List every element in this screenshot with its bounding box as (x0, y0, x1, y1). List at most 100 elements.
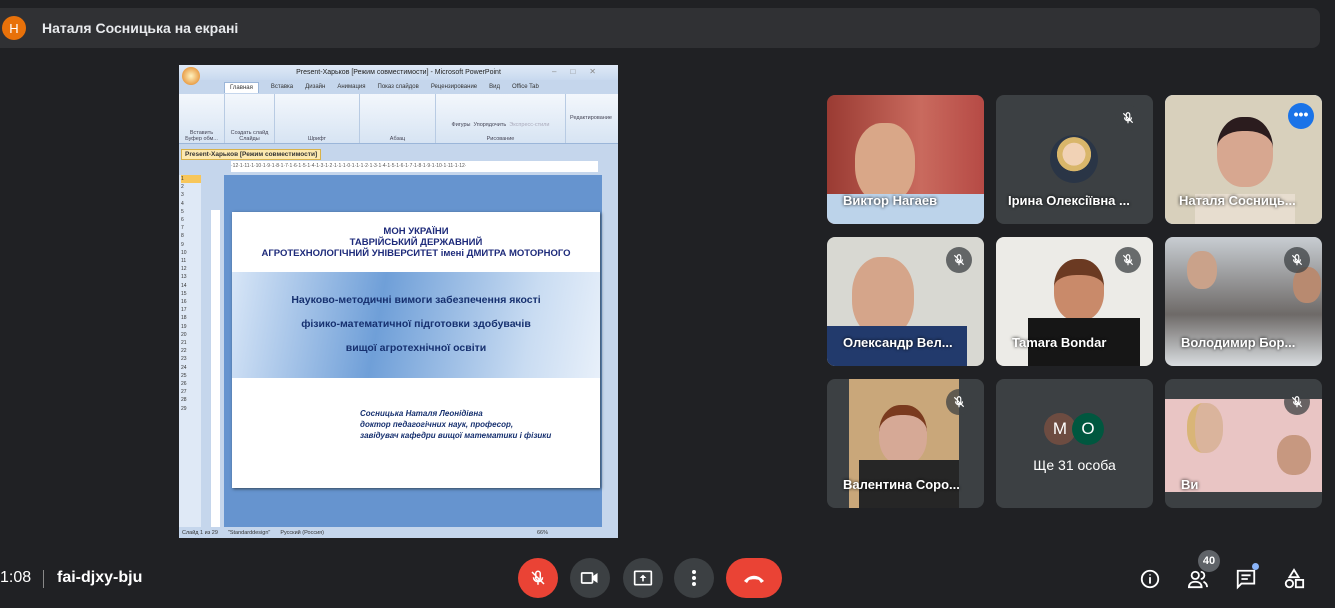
ribbon-tab: Дизайн (305, 84, 326, 90)
slide-thumbnail-number[interactable]: 10 (181, 249, 201, 257)
slide-thumbnail-number[interactable]: 3 (181, 191, 201, 199)
slide-thumbnail-number[interactable]: 11 (181, 257, 201, 265)
slide-title-line: вищої агротехнічної освіти (345, 342, 487, 354)
meeting-details-button[interactable] (1138, 567, 1162, 591)
ribbon-tab: Рецензирование (430, 84, 478, 90)
mic-off-icon (531, 570, 545, 585)
slide-thumbnail-number[interactable]: 22 (181, 347, 201, 355)
window-controls-icon: –□✕ (552, 67, 610, 76)
slide-thumbnail-number[interactable]: 15 (181, 290, 201, 298)
participant-name: Валентина Соро... (843, 477, 960, 492)
end-call-button[interactable] (726, 558, 782, 598)
participant-tile[interactable]: Володимир Бор... (1165, 237, 1322, 366)
ppt-status-bar: Слайд 1 из 29 "Standarddesign" Русский (… (179, 527, 618, 538)
participant-tile[interactable]: ••• Наталя Сосниць... (1165, 95, 1322, 224)
participant-name: Олександр Вел... (843, 335, 953, 350)
present-screen-button[interactable] (623, 558, 663, 598)
mic-off-icon (1115, 105, 1141, 131)
activities-button[interactable] (1282, 567, 1306, 591)
slide: МОН УКРАЇНИ ТАВРІЙСЬКИЙ ДЕРЖАВНИЙ АГРОТЕ… (232, 212, 600, 488)
meeting-code: fai-djxy-bju (57, 569, 143, 586)
ribbon-tab: Office Tab (512, 84, 539, 90)
camera-toggle-button[interactable] (570, 558, 610, 598)
shared-screen: Present-Харьков [Режим совместимости] - … (179, 65, 618, 538)
ribbon-tab: Вставка (270, 84, 294, 90)
ribbon-group-label: Буфер обм... (185, 136, 218, 142)
participant-tile[interactable]: Ірина Олексіївна ... (996, 95, 1153, 224)
ribbon-group-label: Слайды (239, 136, 260, 142)
slide-thumbnail-number[interactable]: 23 (181, 355, 201, 363)
ribbon-tab: Анимация (337, 84, 366, 90)
presenter-avatar: Н (2, 16, 26, 40)
mic-off-icon (1284, 389, 1310, 415)
slide-thumbnail-number[interactable]: 2 (181, 183, 201, 191)
slide-title-band: Науково-методичні вимоги забезпечення як… (232, 272, 600, 378)
slide-thumbnail-number[interactable]: 25 (181, 372, 201, 380)
slide-thumbnail-number[interactable]: 24 (181, 364, 201, 372)
slide-thumbnail-number[interactable]: 20 (181, 331, 201, 339)
ppt-title-bar: Present-Харьков [Режим совместимости] - … (179, 65, 618, 85)
slide-thumbnail-number[interactable]: 13 (181, 273, 201, 281)
participant-tile[interactable]: Tamara Bondar (996, 237, 1153, 366)
slide-thumbnail-number[interactable]: 14 (181, 282, 201, 290)
ribbon-group: Редактирование (566, 94, 616, 143)
slide-thumbnail-number[interactable]: 28 (181, 396, 201, 404)
ribbon-tab: Показ слайдов (377, 84, 419, 90)
ribbon-group: Создать слайд Слайды (225, 94, 275, 143)
more-options-button[interactable] (674, 558, 714, 598)
document-tab: Present-Харьков [Режим совместимости] (181, 149, 322, 160)
more-vert-icon (692, 570, 696, 586)
slide-thumbnail-number[interactable]: 19 (181, 323, 201, 331)
participant-name: Виктор Нагаев (843, 193, 938, 208)
participant-count-badge: 40 (1198, 550, 1220, 572)
participant-avatar (1050, 135, 1098, 183)
status-zoom: 66% (536, 529, 548, 536)
camera-icon (580, 572, 598, 584)
slide-thumbnail-number[interactable]: 21 (181, 339, 201, 347)
slide-stage: МОН УКРАЇНИ ТАВРІЙСЬКИЙ ДЕРЖАВНИЙ АГРОТЕ… (224, 175, 602, 527)
ribbon-button: Экспресс-стили (509, 122, 550, 128)
hang-up-icon (744, 575, 764, 583)
more-participants-tile[interactable]: М О Ще 31 особа (996, 379, 1153, 508)
slide-thumbnail-number[interactable]: 16 (181, 298, 201, 306)
slide-thumbnail-number[interactable]: 1 (181, 175, 201, 184)
ribbon-tabs: Главная Вставка Дизайн Анимация Показ сл… (179, 80, 618, 94)
slide-thumbnail-number[interactable]: 9 (181, 241, 201, 249)
slide-thumbnail-number[interactable]: 8 (181, 232, 201, 240)
slide-thumbnail-number[interactable]: 18 (181, 314, 201, 322)
ribbon: Вставить Буфер обм... Создать слайд Слайды… (179, 94, 618, 144)
slide-thumbnail-number[interactable]: 12 (181, 265, 201, 273)
ribbon-group-label: Рисование (486, 136, 515, 142)
slide-thumbnail-number[interactable]: 6 (181, 216, 201, 224)
slide-thumbnail-number[interactable]: 27 (181, 388, 201, 396)
chat-button[interactable] (1234, 567, 1258, 591)
mic-off-icon (1115, 247, 1141, 273)
participant-tile[interactable]: Валентина Соро... (827, 379, 984, 508)
control-bar: 1:08 fai-djxy-bju 40 (0, 550, 1335, 608)
status-language: Русский (Россия) (280, 529, 324, 536)
ribbon-group-label: Редактирование (570, 115, 612, 121)
more-options-button[interactable]: ••• (1288, 103, 1314, 129)
mic-off-icon (1284, 247, 1310, 273)
participant-name: Наталя Сосниць... (1179, 193, 1296, 208)
participant-tile[interactable]: Виктор Нагаев (827, 95, 984, 224)
presenter-title: Наталя Сосницька на екрані (42, 20, 239, 36)
participant-tile[interactable]: Олександр Вел... (827, 237, 984, 366)
participant-tile[interactable]: Ви (1165, 379, 1322, 508)
chat-icon (1236, 569, 1256, 590)
participant-name: Володимир Бор... (1181, 335, 1296, 350)
ribbon-button: Фигуры (451, 122, 471, 128)
slide-thumbnail-number[interactable]: 26 (181, 380, 201, 388)
document-tab-bar: Present-Харьков [Режим совместимости] (179, 148, 618, 161)
author-line: Сосницька Наталя Леонідівна (360, 409, 483, 418)
slide-thumbnail-number[interactable]: 17 (181, 306, 201, 314)
slide-thumbnails-panel: 1 2 3 4 5 6 7 8 9 10 11 12 13 14 15 16 17 18 19 20 21 22 23 24 2… (179, 175, 201, 527)
status-design: "Standarddesign" (227, 529, 271, 536)
slide-thumbnail-number[interactable]: 5 (181, 208, 201, 216)
slide-thumbnail-number[interactable]: 29 (181, 405, 201, 413)
slide-thumbnail-number[interactable]: 4 (181, 200, 201, 208)
presenter-banner: Н Наталя Сосницька на екрані (0, 8, 1320, 48)
participant-name: Ви (1181, 477, 1199, 492)
microphone-toggle-button[interactable] (518, 558, 558, 598)
slide-thumbnail-number[interactable]: 7 (181, 224, 201, 232)
